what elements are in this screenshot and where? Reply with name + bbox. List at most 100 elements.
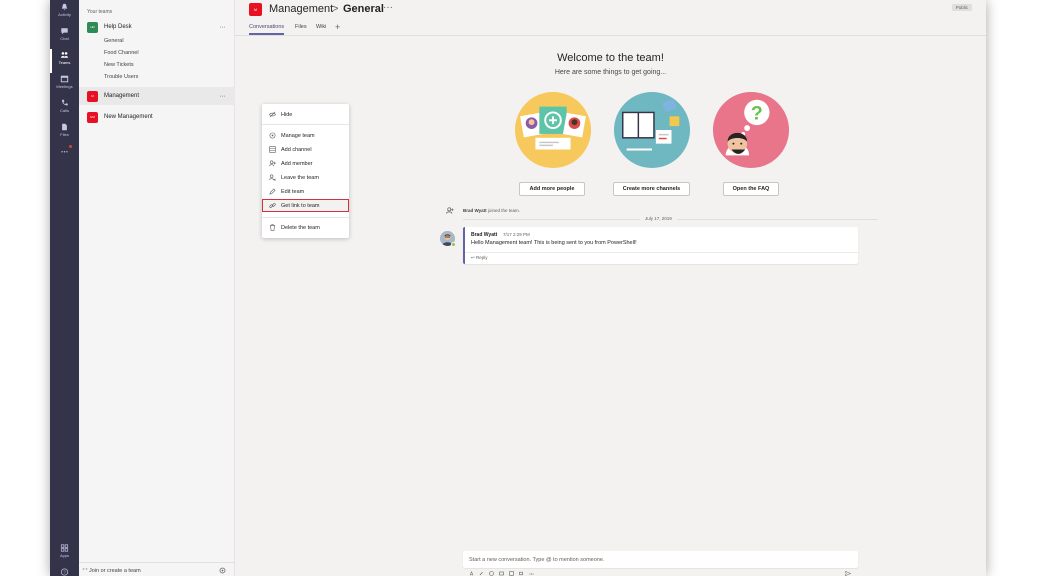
welcome-subtitle: Here are some things to get going... xyxy=(554,69,667,76)
rail-activity[interactable]: Activity xyxy=(50,1,79,25)
rail-label: Apps xyxy=(59,553,70,558)
teams-list-pane: Your teams HD Help Desk ··· General Food… xyxy=(79,0,235,576)
menu-item-add-member[interactable]: Add member xyxy=(262,157,349,170)
menu-item-get-link-to-team[interactable]: Get link to team xyxy=(262,199,349,212)
date-divider: July 17, 2019 xyxy=(640,216,677,221)
trash-icon xyxy=(269,224,276,231)
sticker-icon[interactable] xyxy=(509,571,514,576)
menu-item-manage-team[interactable]: Manage team xyxy=(262,129,349,142)
message-author[interactable]: Brad Wyatt xyxy=(471,232,497,238)
leave-icon xyxy=(269,174,276,181)
menu-item-label: Delete the team xyxy=(281,224,320,231)
more-options-icon[interactable]: ··· xyxy=(220,24,226,31)
attach-icon[interactable] xyxy=(479,571,484,576)
team-avatar: M xyxy=(87,90,98,102)
open-faq-button[interactable]: Open the FAQ xyxy=(723,182,779,196)
presence-available-icon xyxy=(451,242,456,247)
channel-more-icon[interactable]: ··· xyxy=(383,2,393,13)
app-bar: Activity Chat Teams Meetings Calls Files xyxy=(50,0,79,576)
team-avatar: HD xyxy=(87,21,98,33)
reply-label: Reply xyxy=(476,255,488,260)
header-team-name[interactable]: Management xyxy=(269,3,333,15)
rail-calls[interactable]: Calls xyxy=(50,97,79,121)
format-icon[interactable]: A xyxy=(469,571,474,576)
link-icon xyxy=(269,203,276,208)
channel-item[interactable]: Food Channel xyxy=(104,50,139,56)
compose-box xyxy=(463,551,858,568)
rail-label: Files xyxy=(60,132,69,137)
menu-item-delete-team[interactable]: Delete the team xyxy=(262,221,349,234)
add-more-people-button[interactable]: Add more people xyxy=(519,182,585,196)
visibility-badge: Public xyxy=(951,4,972,11)
rail-label: Meetings xyxy=(56,84,73,89)
svg-text:?: ? xyxy=(751,102,763,124)
svg-text:?: ? xyxy=(63,570,66,576)
more-options-icon[interactable]: ··· xyxy=(220,93,226,100)
message-timestamp: 7/17 2:29 PM xyxy=(503,232,530,237)
channel-item[interactable]: Trouble Users xyxy=(104,74,138,80)
channel-item[interactable]: General xyxy=(104,38,124,44)
send-icon[interactable] xyxy=(845,571,851,576)
menu-item-add-channel[interactable]: Add channel xyxy=(262,143,349,156)
join-or-create-team-link[interactable]: Join or create a team xyxy=(89,568,141,574)
tab-wiki[interactable]: Wiki xyxy=(316,24,326,30)
gear-icon xyxy=(269,132,276,139)
menu-divider xyxy=(262,217,349,218)
meet-now-icon[interactable] xyxy=(519,571,524,576)
rail-teams[interactable]: Teams xyxy=(50,49,79,73)
rail-more-apps[interactable] xyxy=(50,145,79,169)
rail-label: Teams xyxy=(58,60,71,65)
team-row-new-management[interactable]: NM New Management xyxy=(79,108,235,126)
more-options-icon[interactable] xyxy=(529,571,534,576)
member-joined-icon xyxy=(446,207,454,214)
add-tab-button[interactable]: + xyxy=(335,22,340,32)
menu-item-label: Get link to team xyxy=(281,202,320,209)
gear-icon[interactable] xyxy=(219,567,226,574)
menu-item-leave-team[interactable]: Leave the team xyxy=(262,171,349,184)
edit-icon xyxy=(269,188,276,195)
team-name: New Management xyxy=(104,114,153,120)
calendar-icon xyxy=(60,75,69,83)
help-icon: ? xyxy=(60,568,69,576)
header-channel-name: General xyxy=(343,3,384,15)
gif-icon[interactable] xyxy=(499,571,504,576)
menu-item-label: Edit team xyxy=(281,188,305,195)
system-message-text: joined the team. xyxy=(487,208,520,213)
team-avatar: M xyxy=(249,3,262,16)
tab-files[interactable]: Files xyxy=(295,24,307,30)
team-avatar: NM xyxy=(87,111,98,123)
rail-label: Calls xyxy=(60,108,69,113)
rail-meetings[interactable]: Meetings xyxy=(50,73,79,97)
rail-chat[interactable]: Chat xyxy=(50,25,79,49)
teams-icon xyxy=(60,52,69,58)
channel-view: M Management > General ··· Public Conver… xyxy=(235,0,986,576)
rail-files[interactable]: Files xyxy=(50,121,79,145)
header-divider xyxy=(235,35,986,36)
create-more-channels-button[interactable]: Create more channels xyxy=(613,182,690,196)
chat-icon xyxy=(61,28,68,35)
rail-help[interactable]: ? xyxy=(50,566,79,576)
reply-button[interactable]: ↩ Reply xyxy=(471,255,488,261)
team-row-management[interactable]: M Management ··· xyxy=(79,87,235,105)
reply-arrow-icon: ↩ xyxy=(471,255,475,260)
menu-item-hide[interactable]: Hide xyxy=(262,108,349,121)
system-message: Brad Wyatt joined the team. xyxy=(463,208,520,213)
compose-input[interactable] xyxy=(469,554,849,565)
menu-item-edit-team[interactable]: Edit team xyxy=(262,185,349,198)
channels-illustration xyxy=(613,91,691,169)
more-apps-icon xyxy=(61,151,68,153)
teams-window: Activity Chat Teams Meetings Calls Files xyxy=(50,0,986,576)
message-card[interactable]: Brad Wyatt 7/17 2:29 PM Hello Management… xyxy=(463,227,858,264)
channel-item[interactable]: New Tickets xyxy=(104,62,134,68)
tab-conversations[interactable]: Conversations xyxy=(249,24,285,35)
team-row-help-desk[interactable]: HD Help Desk ··· xyxy=(79,18,235,36)
your-teams-heading: Your teams xyxy=(87,9,113,15)
menu-item-label: Hide xyxy=(281,111,293,118)
file-icon xyxy=(62,123,67,131)
teams-pane-footer: ⁺⁺ Join or create a team xyxy=(79,562,235,576)
menu-item-label: Add channel xyxy=(281,146,312,153)
breadcrumb-separator: > xyxy=(332,3,339,15)
emoji-icon[interactable] xyxy=(489,571,494,576)
team-context-menu: Hide Manage team Add channel Add member … xyxy=(262,104,349,238)
rail-apps[interactable]: Apps xyxy=(50,542,79,566)
